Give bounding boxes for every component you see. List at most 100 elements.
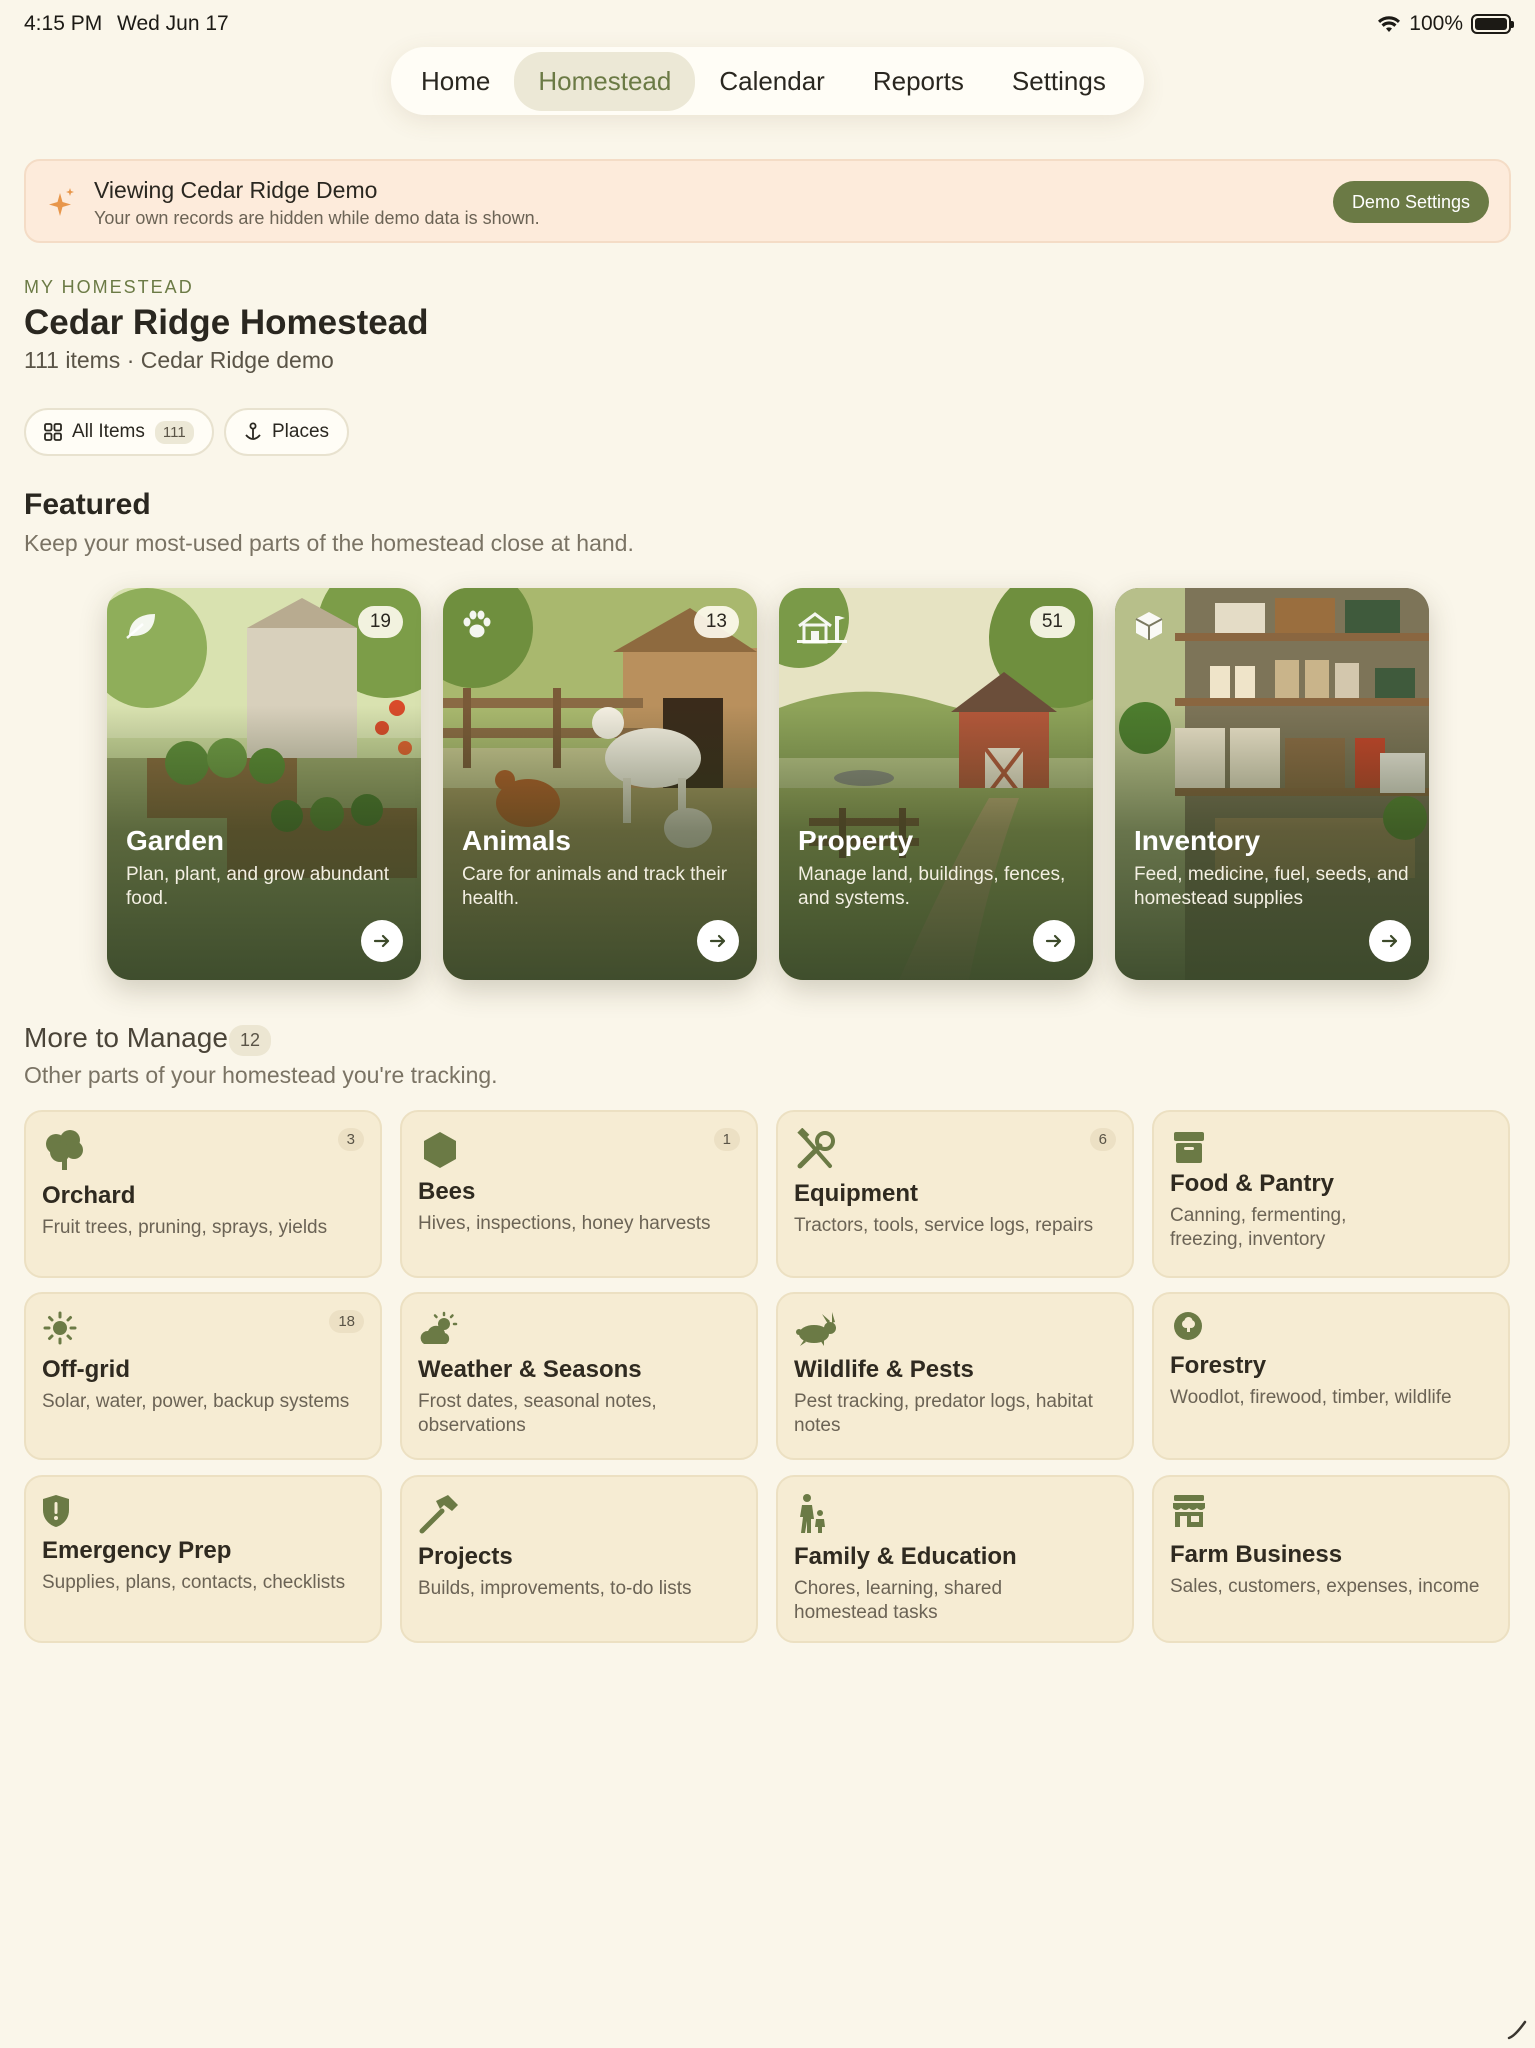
- tile-description: Tractors, tools, service logs, repairs: [794, 1215, 1094, 1236]
- tile-wildlife-pests[interactable]: Wildlife & Pests Pest tracking, predator…: [776, 1292, 1134, 1460]
- tile-description: Canning, fermenting, freezing, inventory: [1170, 1205, 1347, 1250]
- tile-title: Emergency Prep: [42, 1537, 232, 1564]
- arrow-right-icon: [1045, 934, 1062, 948]
- status-date: Wed Jun 17: [117, 12, 229, 35]
- tile-count: 3: [337, 1128, 364, 1151]
- tile-description: Hives, inspections, honey harvests: [418, 1213, 711, 1234]
- pin-icon: [245, 422, 261, 440]
- cloud-sun-icon: [420, 1311, 458, 1344]
- banner-subtitle: Your own records are hidden while demo d…: [94, 208, 540, 228]
- featured-subtitle: Keep your most-used parts of the homeste…: [24, 530, 634, 556]
- grid-icon: [44, 423, 62, 441]
- card-title: Garden: [126, 825, 225, 856]
- tile-title: Projects: [418, 1543, 513, 1570]
- sun-icon: [43, 1311, 77, 1345]
- paw-icon: [463, 610, 491, 638]
- tree-icon: [46, 1130, 83, 1170]
- tile-equipment[interactable]: 6 Equipment Tractors, tools, service log…: [776, 1110, 1134, 1278]
- places-label: Places: [272, 421, 330, 442]
- card-title: Inventory: [1134, 825, 1261, 856]
- status-bar: 4:15 PM Wed Jun 17 100%: [0, 0, 1535, 48]
- more-subtitle: Other parts of your homestead you're tra…: [24, 1062, 498, 1088]
- battery-icon: [1471, 14, 1514, 34]
- forest-icon: [1174, 1312, 1202, 1340]
- card-description: Feed, medicine, fuel, seeds, and homeste…: [1134, 864, 1409, 909]
- hammer-icon: [419, 1495, 458, 1534]
- tile-description: Fruit trees, pruning, sprays, yields: [42, 1217, 328, 1238]
- featured-card-inventory[interactable]: Inventory Feed, medicine, fuel, seeds, a…: [1115, 588, 1429, 980]
- all-items-label: All Items: [72, 421, 145, 442]
- tile-title: Farm Business: [1170, 1541, 1343, 1568]
- sparkle-icon: [49, 188, 74, 216]
- leaf-icon: [126, 614, 155, 639]
- page-title: Cedar Ridge Homestead: [24, 303, 429, 342]
- open-inventory-button[interactable]: [1369, 920, 1411, 962]
- scroll-indicator[interactable]: [1505, 2018, 1529, 2042]
- tile-orchard[interactable]: 3 Orchard Fruit trees, pruning, sprays, …: [24, 1110, 382, 1278]
- tile-emergency-prep[interactable]: Emergency Prep Supplies, plans, contacts…: [24, 1475, 382, 1643]
- top-nav: Home Homestead Calendar Reports Settings: [391, 47, 1144, 115]
- tile-description: Chores, learning, shared homestead tasks: [794, 1578, 1003, 1623]
- shield-icon: [43, 1495, 69, 1527]
- tile-title: Weather & Seasons: [418, 1356, 642, 1383]
- farmhouse-icon: [797, 612, 847, 644]
- tab-settings[interactable]: Settings: [988, 52, 1130, 111]
- tile-description: Solar, water, power, backup systems: [42, 1391, 350, 1412]
- arrow-right-icon: [1381, 934, 1398, 948]
- tile-description: Builds, improvements, to-do lists: [418, 1578, 692, 1599]
- card-count-badge: 19: [357, 606, 403, 638]
- storefront-icon: [1173, 1495, 1205, 1527]
- tab-reports[interactable]: Reports: [849, 52, 988, 111]
- open-property-button[interactable]: [1033, 920, 1075, 962]
- box-icon: [1135, 612, 1163, 640]
- page-subtitle: 111 items · Cedar Ridge demo: [24, 347, 334, 373]
- tile-title: Food & Pantry: [1170, 1170, 1335, 1197]
- tab-homestead[interactable]: Homestead: [514, 51, 696, 111]
- open-garden-button[interactable]: [361, 920, 403, 962]
- tile-farm-business[interactable]: Farm Business Sales, customers, expenses…: [1152, 1475, 1510, 1643]
- tile-bees[interactable]: 1 Bees Hives, inspections, honey harvest…: [400, 1110, 758, 1278]
- all-items-chip[interactable]: All Items 111: [24, 408, 214, 456]
- places-chip[interactable]: Places: [224, 408, 350, 456]
- tile-title: Family & Education: [794, 1543, 1017, 1570]
- arrow-right-icon: [709, 934, 726, 948]
- card-count-badge: 51: [1029, 606, 1075, 638]
- tab-calendar[interactable]: Calendar: [695, 52, 849, 111]
- tile-family-education[interactable]: Family & Education Chores, learning, sha…: [776, 1475, 1134, 1643]
- demo-settings-button[interactable]: Demo Settings: [1332, 181, 1489, 223]
- tile-projects[interactable]: Projects Builds, improvements, to-do lis…: [400, 1475, 758, 1643]
- tile-title: Bees: [418, 1178, 476, 1205]
- eyebrow-label: MY HOMESTEAD: [24, 277, 194, 297]
- tile-description: Supplies, plans, contacts, checklists: [42, 1572, 346, 1593]
- featured-title: Featured: [24, 488, 151, 521]
- featured-card-animals[interactable]: 13 Animals Care for animals and track th…: [443, 588, 757, 980]
- card-title: Animals: [462, 825, 571, 856]
- status-right: 100%: [1377, 12, 1514, 36]
- more-count-badge: 12: [229, 1025, 272, 1056]
- featured-card-garden[interactable]: 19 Garden Plan, plant, and grow abundant…: [107, 588, 421, 980]
- more-title: More to Manage: [24, 1022, 228, 1053]
- battery-percent: 100%: [1409, 12, 1463, 35]
- tile-title: Orchard: [42, 1182, 136, 1209]
- tile-description: Sales, customers, expenses, income: [1170, 1576, 1480, 1597]
- tile-off-grid[interactable]: 18 Off-grid Solar, water, power, backup …: [24, 1292, 382, 1460]
- tile-description: Woodlot, firewood, timber, wildlife: [1170, 1387, 1452, 1408]
- tab-home[interactable]: Home: [397, 52, 514, 111]
- tile-title: Equipment: [794, 1180, 918, 1207]
- tile-count: 18: [329, 1310, 364, 1333]
- tile-title: Off-grid: [42, 1356, 130, 1383]
- demo-banner: Viewing Cedar Ridge Demo Your own record…: [24, 159, 1511, 243]
- tile-count: 1: [713, 1128, 740, 1151]
- tile-food-pantry[interactable]: Food & Pantry Canning, fermenting, freez…: [1152, 1110, 1510, 1278]
- featured-card-property[interactable]: 51 Property Manage land, buildings, fenc…: [779, 588, 1093, 980]
- status-time: 4:15 PM: [24, 12, 103, 35]
- tile-forestry[interactable]: Forestry Woodlot, firewood, timber, wild…: [1152, 1292, 1510, 1460]
- archive-icon: [1174, 1132, 1204, 1163]
- tile-description: Pest tracking, predator logs, habitat no…: [794, 1391, 1093, 1436]
- tile-title: Wildlife & Pests: [794, 1356, 974, 1383]
- open-animals-button[interactable]: [697, 920, 739, 962]
- tile-weather-seasons[interactable]: Weather & Seasons Frost dates, seasonal …: [400, 1292, 758, 1460]
- tile-count: 6: [1089, 1128, 1116, 1151]
- card-description: Care for animals and track their health.: [462, 864, 728, 909]
- card-description: Manage land, buildings, fences, and syst…: [798, 864, 1066, 909]
